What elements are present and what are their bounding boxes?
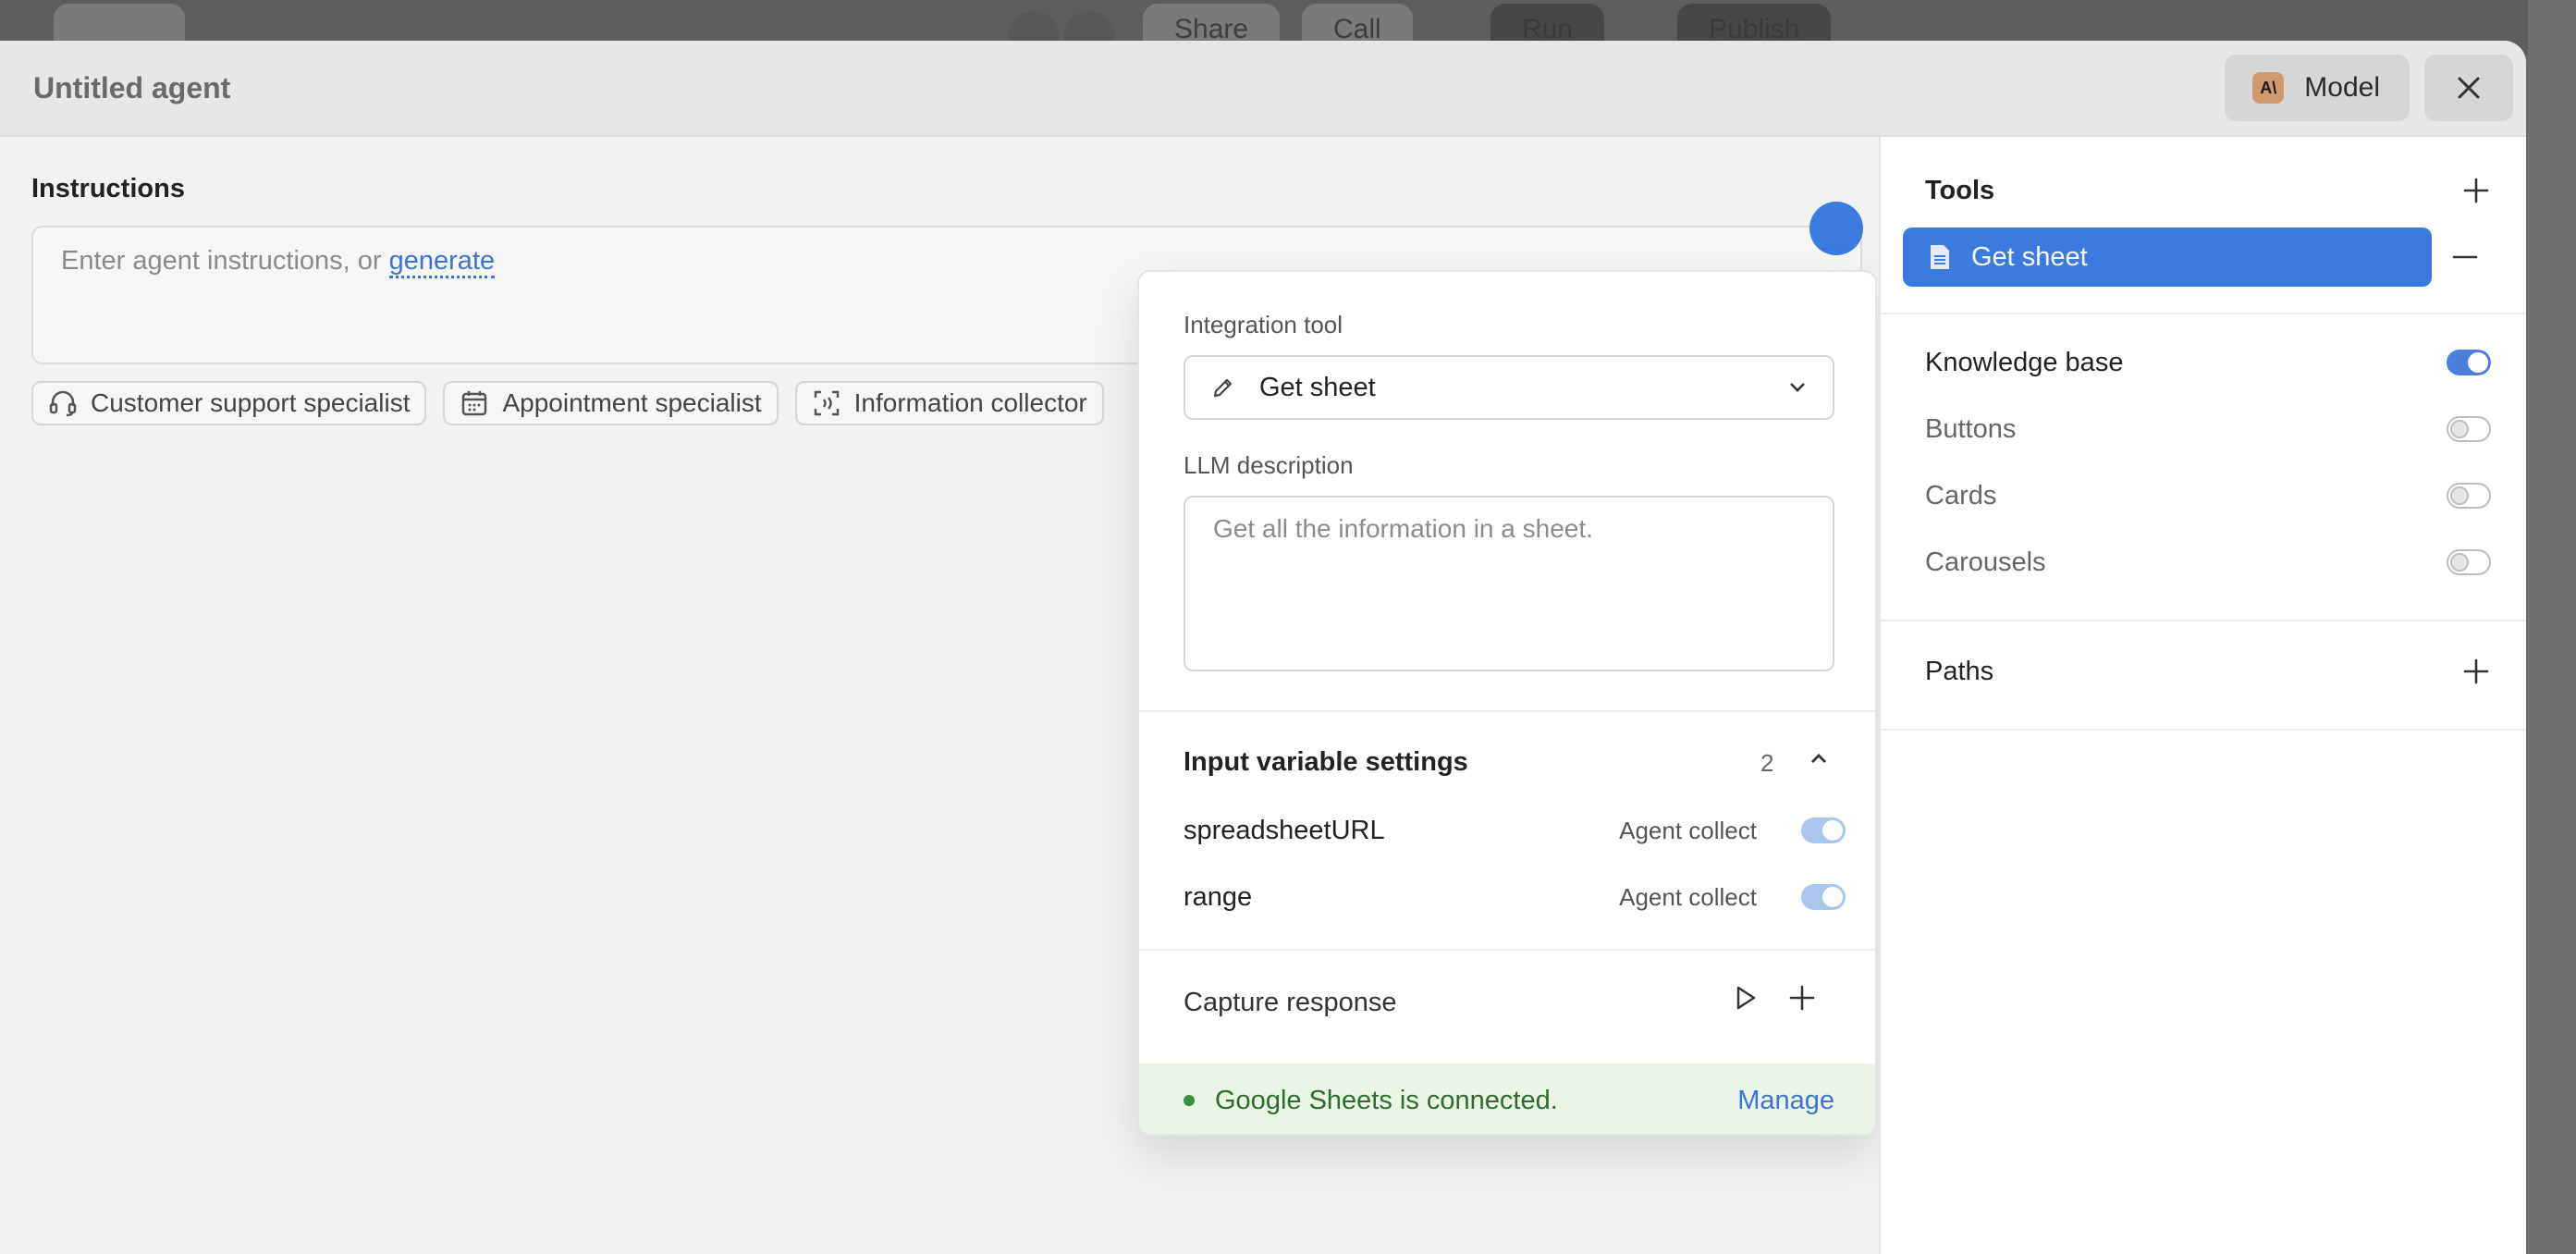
paths-label: Paths <box>1925 656 1994 686</box>
modal-body: Instructions Enter agent instructions, o… <box>0 137 2526 1254</box>
connection-status-bar: Google Sheets is connected. Manage <box>1139 1063 1875 1134</box>
template-chips: Customer support specialist Appointment … <box>31 381 1104 425</box>
variable-row-spreadsheeturl: spreadsheetURL Agent collect <box>1184 810 1846 851</box>
tool-item-label: Get sheet <box>1971 241 2088 272</box>
chip-label: Information collector <box>853 388 1087 417</box>
divider <box>1139 949 1875 951</box>
toggle-row-buttons: Buttons <box>1925 409 2491 449</box>
add-path-icon[interactable] <box>2461 657 2491 686</box>
tools-label: Tools <box>1925 175 1995 205</box>
chevron-down-icon <box>1790 383 1805 392</box>
chip-label: Appointment specialist <box>502 388 762 417</box>
variable-mode: Agent collect <box>1619 882 1757 911</box>
capture-response-label: Capture response <box>1184 988 1397 1017</box>
instructions-label: Instructions <box>31 174 185 203</box>
toggle-row-cards: Cards <box>1925 475 2491 516</box>
calendar-icon <box>462 391 487 416</box>
tools-header: Tools <box>1925 170 2491 211</box>
integration-tool-value: Get sheet <box>1259 372 1376 402</box>
modal-title[interactable]: Untitled agent <box>33 71 230 105</box>
play-icon[interactable] <box>1729 982 1760 1014</box>
input-variable-settings-title[interactable]: Input variable settings <box>1184 747 1468 778</box>
toggle-label: Buttons <box>1925 413 2017 444</box>
agent-modal: Untitled agent A\ Model Instructions Ent… <box>0 41 2526 1254</box>
integration-tool-select[interactable]: Get sheet <box>1184 355 1834 420</box>
toggle-row-knowledge-base: Knowledge base <box>1925 342 2491 383</box>
llm-description-label: LLM description <box>1184 451 1354 479</box>
chip-customer-support[interactable]: Customer support specialist <box>31 381 427 425</box>
manage-link[interactable]: Manage <box>1737 1086 1834 1116</box>
anthropic-logo-icon: A\ <box>2252 72 2285 104</box>
paths-header: Paths <box>1925 651 2491 692</box>
divider <box>1139 710 1875 712</box>
toggle-label: Cards <box>1925 480 1997 510</box>
model-button-label: Model <box>2304 72 2380 103</box>
chip-appointment[interactable]: Appointment specialist <box>443 381 779 425</box>
tool-item-get-sheet[interactable]: Get sheet <box>1903 227 2432 287</box>
toggle-label: Carousels <box>1925 547 2046 577</box>
connection-status-text: Google Sheets is connected. <box>1215 1085 1558 1115</box>
divider <box>1881 729 2526 731</box>
generate-link[interactable]: generate <box>388 246 496 278</box>
model-button[interactable]: A\ Model <box>2225 55 2410 121</box>
add-capture-icon[interactable] <box>1786 982 1818 1014</box>
input-variable-count: 2 <box>1760 749 1774 777</box>
variable-row-range: range Agent collect <box>1184 877 1846 917</box>
cards-toggle[interactable] <box>2447 483 2491 509</box>
divider <box>1881 313 2526 314</box>
status-dot-icon <box>1184 1095 1195 1106</box>
variable-mode: Agent collect <box>1619 816 1757 844</box>
toggle-label: Knowledge base <box>1925 347 2124 377</box>
tool-popover: Integration tool Get sheet LLM descripti… <box>1137 270 1877 1136</box>
background-right-panel <box>2528 0 2576 1254</box>
close-icon <box>2458 77 2480 99</box>
close-button[interactable] <box>2424 55 2513 121</box>
ai-assist-icon[interactable] <box>1809 202 1863 255</box>
chip-label: Customer support specialist <box>91 388 411 417</box>
sheet-file-icon <box>1931 245 1949 269</box>
buttons-toggle[interactable] <box>2447 416 2491 442</box>
carousels-toggle[interactable] <box>2447 549 2491 575</box>
header-actions: A\ Model <box>2225 55 2513 121</box>
right-panel: Tools Get sheet Knowledge base Buttons C… <box>1879 137 2526 1254</box>
variable-name: range <box>1184 881 1253 912</box>
llm-description-placeholder: Get all the information in a sheet. <box>1213 514 1593 543</box>
pencil-icon <box>1213 378 1233 398</box>
toggle-row-carousels: Carousels <box>1925 542 2491 583</box>
instructions-placeholder: Enter agent instructions, or <box>61 246 389 276</box>
variable-toggle-spreadsheeturl[interactable] <box>1801 818 1846 843</box>
knowledge-base-toggle[interactable] <box>2447 350 2491 375</box>
modal-header: Untitled agent A\ Model <box>0 41 2526 137</box>
remove-tool-icon[interactable] <box>2450 242 2480 272</box>
headset-icon <box>49 390 77 417</box>
chip-information-collector[interactable]: Information collector <box>794 381 1104 425</box>
add-tool-icon[interactable] <box>2461 176 2491 205</box>
llm-description-input[interactable]: Get all the information in a sheet. <box>1184 496 1834 671</box>
divider <box>1881 620 2526 621</box>
variable-name: spreadsheetURL <box>1184 815 1385 845</box>
scan-icon <box>814 390 839 416</box>
variable-toggle-range[interactable] <box>1801 884 1846 910</box>
chevron-up-icon[interactable] <box>1809 751 1829 766</box>
integration-tool-label: Integration tool <box>1184 311 1343 338</box>
